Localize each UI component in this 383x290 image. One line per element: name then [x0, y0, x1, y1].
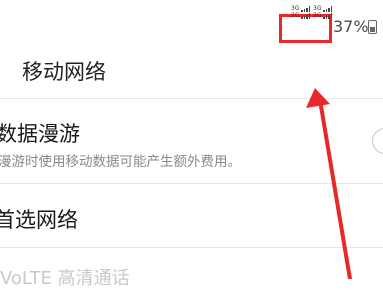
annotation-arrow	[306, 88, 352, 279]
